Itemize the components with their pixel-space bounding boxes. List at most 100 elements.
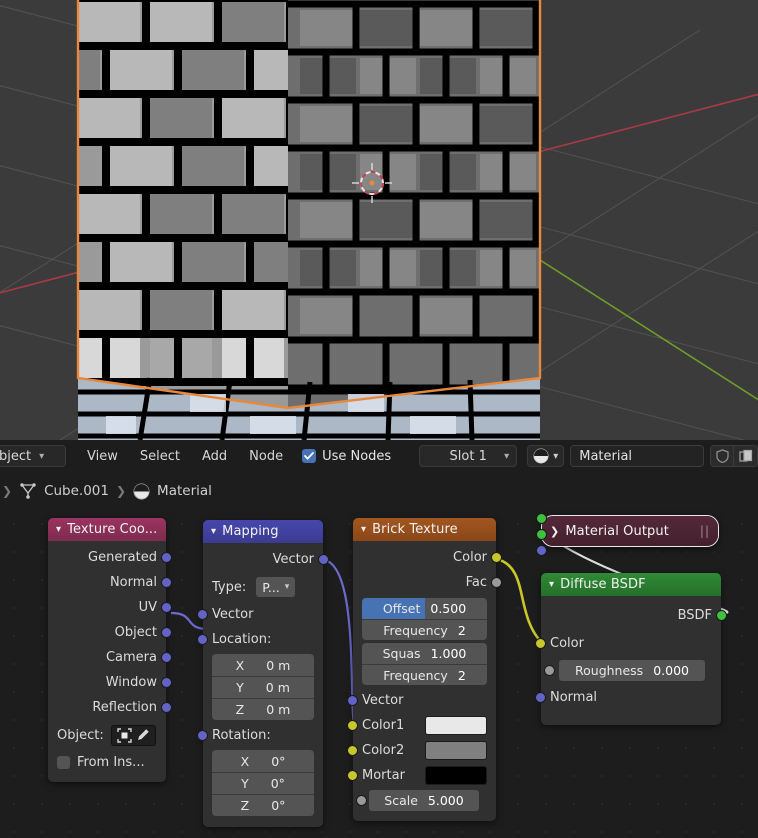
- breadcrumb-item-object[interactable]: Cube.001: [44, 483, 109, 499]
- squash-frequency-slider[interactable]: Frequency 2: [362, 664, 487, 685]
- output-generated[interactable]: Generated: [48, 545, 172, 570]
- rotation-z[interactable]: Z 0°: [212, 794, 314, 816]
- input-roughness[interactable]: Roughness 0.000: [541, 657, 721, 684]
- eyedropper-icon[interactable]: [136, 728, 150, 742]
- socket-vector-out[interactable]: [318, 554, 329, 565]
- socket-roughness[interactable]: [544, 665, 555, 676]
- offset-frequency-slider[interactable]: Frequency 2: [362, 619, 487, 640]
- color2-swatch[interactable]: [425, 741, 487, 760]
- location-y[interactable]: Y 0 m: [212, 676, 314, 698]
- input-location[interactable]: Location:: [197, 627, 323, 652]
- output-bsdf[interactable]: BSDF: [541, 600, 727, 630]
- socket-generated[interactable]: [161, 552, 172, 563]
- socket-surface[interactable]: [536, 513, 547, 524]
- node-texture-coordinate[interactable]: ▾ Texture Coo... Generated Normal UV Obj…: [48, 518, 172, 782]
- use-nodes-toggle[interactable]: Use Nodes: [302, 449, 391, 464]
- chevron-down-icon[interactable]: ▾: [361, 524, 366, 535]
- socket-displacement[interactable]: [536, 545, 547, 556]
- socket-reflection[interactable]: [161, 702, 172, 713]
- input-vector[interactable]: Vector: [197, 602, 323, 627]
- menu-select[interactable]: Select: [129, 445, 191, 467]
- offset-slider[interactable]: Offset 0.500: [362, 598, 487, 619]
- rotation-x[interactable]: X 0°: [212, 750, 314, 772]
- mortar-swatch[interactable]: [425, 766, 487, 785]
- output-object[interactable]: Object: [48, 620, 172, 645]
- node-header-diffuse-bsdf[interactable]: ▾ Diffuse BSDF: [541, 573, 721, 596]
- node-header-texture-coordinate[interactable]: ▾ Texture Coo...: [48, 518, 166, 541]
- chevron-down-icon: ▾: [39, 450, 45, 462]
- from-instancer-toggle[interactable]: From Ins...: [48, 750, 166, 774]
- output-color[interactable]: Color: [353, 545, 502, 570]
- node-header-mapping[interactable]: ▾ Mapping: [203, 520, 323, 543]
- input-scale[interactable]: Scale 5.000: [353, 788, 496, 813]
- location-z[interactable]: Z 0 m: [212, 698, 314, 720]
- location-x[interactable]: X 0 m: [212, 654, 314, 676]
- output-window[interactable]: Window: [48, 670, 172, 695]
- node-diffuse-bsdf[interactable]: ▾ Diffuse BSDF BSDF Color Roughness 0.00…: [535, 573, 727, 725]
- input-normal[interactable]: Normal: [535, 684, 721, 711]
- fake-user-button[interactable]: [710, 445, 734, 467]
- output-reflection[interactable]: Reflection: [48, 695, 172, 720]
- socket-window[interactable]: [161, 677, 172, 688]
- breadcrumb-item-material[interactable]: Material: [157, 483, 212, 499]
- input-color1[interactable]: Color1: [347, 713, 496, 738]
- socket-color2[interactable]: [347, 745, 358, 756]
- socket-bsdf[interactable]: [716, 609, 727, 621]
- input-mortar[interactable]: Mortar: [347, 763, 496, 788]
- material-browse-dropdown[interactable]: ▾: [527, 445, 565, 467]
- new-material-button[interactable]: [734, 445, 758, 467]
- node-header-brick-texture[interactable]: ▾ Brick Texture: [353, 518, 496, 541]
- menu-add[interactable]: Add: [191, 445, 238, 467]
- mode-dropdown[interactable]: bject ▾: [0, 445, 66, 467]
- socket-location[interactable]: [197, 634, 208, 645]
- scale-slider[interactable]: Scale 5.000: [369, 790, 479, 811]
- axis-value: 0°: [271, 798, 286, 813]
- breadcrumb-sep: ❯: [115, 484, 127, 498]
- chevron-down-icon[interactable]: ▾: [211, 526, 216, 537]
- slot-dropdown[interactable]: Slot 1 ▾: [419, 445, 518, 467]
- object-selector[interactable]: [110, 724, 156, 746]
- menu-node[interactable]: Node: [238, 445, 294, 467]
- socket-normal-in[interactable]: [535, 692, 546, 703]
- material-name-field[interactable]: Material: [570, 445, 704, 467]
- node-mapping[interactable]: ▾ Mapping Vector Type: P... ▾ Vector Loc…: [197, 520, 329, 827]
- checkbox-unchecked-icon[interactable]: [57, 755, 70, 769]
- node-brick-texture[interactable]: ▾ Brick Texture Color Fac Offset 0.500 F…: [347, 518, 502, 821]
- input-color2[interactable]: Color2: [347, 738, 496, 763]
- output-fac[interactable]: Fac: [353, 570, 502, 595]
- output-camera[interactable]: Camera: [48, 645, 172, 670]
- socket-color1[interactable]: [347, 720, 358, 731]
- socket-mortar[interactable]: [347, 770, 358, 781]
- chevron-right-icon[interactable]: ❯: [550, 525, 559, 538]
- squash-slider[interactable]: Squas 1.000: [362, 643, 487, 664]
- input-color[interactable]: Color: [535, 630, 721, 657]
- node-material-output[interactable]: ❯ Material Output ||: [536, 513, 719, 556]
- chevron-down-icon[interactable]: ▾: [56, 524, 61, 535]
- socket-volume[interactable]: [536, 529, 547, 540]
- socket-object[interactable]: [161, 627, 172, 638]
- type-dropdown[interactable]: P... ▾: [256, 577, 296, 597]
- node-header-material-output[interactable]: ❯ Material Output ||: [542, 516, 718, 546]
- node-canvas[interactable]: ▾ Texture Coo... Generated Normal UV Obj…: [0, 510, 758, 838]
- output-normal[interactable]: Normal: [48, 570, 172, 595]
- socket-fac[interactable]: [491, 577, 502, 588]
- socket-rotation[interactable]: [197, 730, 208, 741]
- input-rotation[interactable]: Rotation:: [197, 723, 323, 748]
- socket-camera[interactable]: [161, 652, 172, 663]
- socket-uv[interactable]: [161, 602, 172, 613]
- output-vector[interactable]: Vector: [203, 547, 329, 572]
- rotation-y[interactable]: Y 0°: [212, 772, 314, 794]
- socket-color-out[interactable]: [491, 552, 502, 563]
- socket-color-in[interactable]: [535, 638, 546, 649]
- input-vector[interactable]: Vector: [347, 688, 496, 713]
- socket-vector-in[interactable]: [347, 695, 358, 706]
- output-uv[interactable]: UV: [48, 595, 172, 620]
- socket-normal[interactable]: [161, 577, 172, 588]
- roughness-slider[interactable]: Roughness 0.000: [559, 660, 705, 681]
- chevron-down-icon[interactable]: ▾: [549, 579, 554, 590]
- menu-view[interactable]: View: [76, 445, 129, 467]
- socket-scale[interactable]: [356, 795, 367, 806]
- 3d-viewport[interactable]: [0, 0, 758, 440]
- socket-vector-in[interactable]: [197, 609, 208, 620]
- color1-swatch[interactable]: [425, 716, 487, 735]
